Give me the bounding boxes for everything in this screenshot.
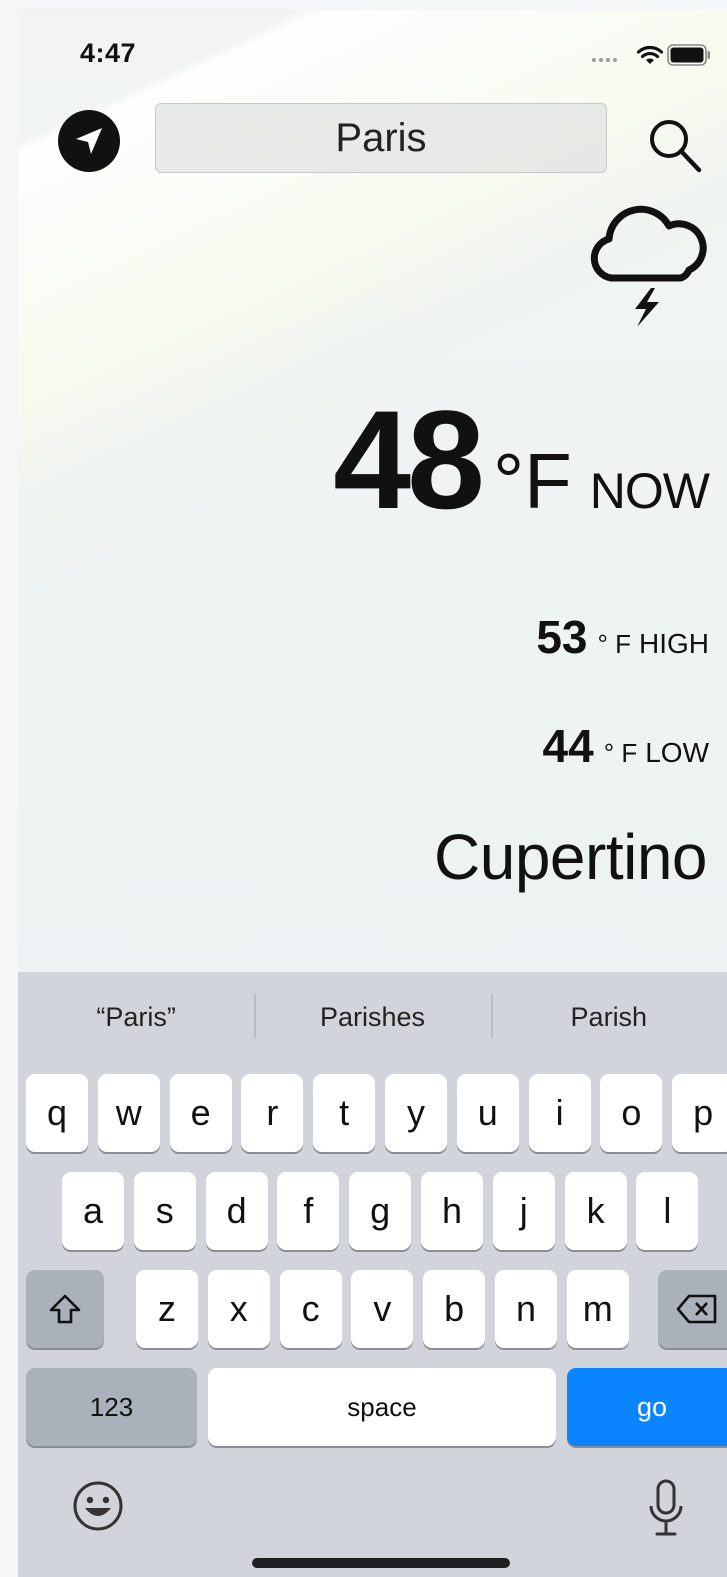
- key-q[interactable]: q: [26, 1074, 88, 1152]
- high-temp-value: 53: [536, 611, 588, 663]
- key-b[interactable]: b: [423, 1270, 486, 1348]
- key-x[interactable]: x: [207, 1270, 270, 1348]
- key-j[interactable]: j: [492, 1172, 555, 1250]
- key-l[interactable]: l: [636, 1172, 699, 1250]
- key-d[interactable]: d: [205, 1172, 268, 1250]
- status-time: 4:47: [80, 38, 137, 68]
- keyboard: “Paris” Parishes Parish qwertyuiop asdfgh…: [18, 972, 727, 1577]
- current-location-button[interactable]: [58, 110, 120, 172]
- app-screen: 4:47 48 °F NOW 53 ° F HIGH 44: [18, 10, 727, 1577]
- key-t[interactable]: t: [313, 1074, 376, 1152]
- key-o[interactable]: o: [600, 1074, 663, 1152]
- microphone-icon: [649, 1479, 683, 1536]
- low-temp-unit: ° F: [603, 738, 638, 768]
- wifi-icon: [636, 45, 664, 64]
- key-w[interactable]: w: [97, 1074, 160, 1152]
- high-temp-label: HIGH: [639, 628, 709, 659]
- suggestion-item[interactable]: “Paris”: [18, 972, 254, 1062]
- key-y[interactable]: y: [385, 1074, 447, 1152]
- location-arrow-icon: [76, 128, 102, 154]
- shift-key[interactable]: [26, 1270, 104, 1348]
- home-indicator: [252, 1558, 510, 1568]
- low-temp-label: LOW: [645, 737, 709, 768]
- key-z[interactable]: z: [136, 1270, 198, 1348]
- go-key[interactable]: go: [567, 1368, 727, 1446]
- key-r[interactable]: r: [241, 1074, 304, 1152]
- key-f[interactable]: f: [277, 1172, 340, 1250]
- city-search-input[interactable]: [155, 103, 607, 173]
- numbers-key[interactable]: 123: [26, 1368, 197, 1446]
- dictation-button[interactable]: [646, 1478, 686, 1538]
- suggestion-bar: “Paris” Parishes Parish: [18, 972, 727, 1062]
- current-temp-unit: °F: [492, 437, 572, 525]
- delete-key[interactable]: [658, 1270, 727, 1348]
- key-g[interactable]: g: [349, 1172, 412, 1250]
- emoji-button[interactable]: [72, 1480, 124, 1532]
- key-u[interactable]: u: [456, 1074, 519, 1152]
- emoji-icon: [73, 1481, 123, 1531]
- high-temperature: 53 ° F HIGH: [536, 614, 709, 660]
- key-a[interactable]: a: [62, 1172, 124, 1250]
- current-temp-label: NOW: [589, 463, 710, 519]
- key-s[interactable]: s: [133, 1172, 196, 1250]
- cellular-signal-icon: [592, 58, 626, 62]
- key-n[interactable]: n: [495, 1270, 557, 1348]
- suggestion-item[interactable]: Parish: [490, 972, 727, 1062]
- backspace-icon: [676, 1294, 717, 1324]
- current-temp-value: 48: [333, 381, 485, 538]
- low-temperature: 44 ° F LOW: [543, 723, 709, 769]
- suggestion-item[interactable]: Parishes: [254, 972, 490, 1062]
- key-i[interactable]: i: [528, 1074, 591, 1152]
- key-e[interactable]: e: [169, 1074, 232, 1152]
- low-temp-value: 44: [542, 720, 594, 772]
- search-button[interactable]: [644, 114, 706, 176]
- key-m[interactable]: m: [566, 1270, 629, 1348]
- shift-arrow-icon: [49, 1294, 81, 1324]
- thunderstorm-cloud-icon: [590, 205, 707, 326]
- battery-icon: [667, 44, 710, 66]
- search-icon: [650, 120, 702, 173]
- key-v[interactable]: v: [351, 1270, 414, 1348]
- space-key[interactable]: space: [208, 1368, 556, 1446]
- key-k[interactable]: k: [564, 1172, 627, 1250]
- key-h[interactable]: h: [421, 1172, 483, 1250]
- high-temp-unit: ° F: [597, 629, 631, 659]
- key-c[interactable]: c: [279, 1270, 342, 1348]
- city-name: Cupertino: [434, 821, 708, 893]
- key-p[interactable]: p: [672, 1074, 727, 1152]
- current-temperature: 48 °F NOW: [333, 381, 710, 538]
